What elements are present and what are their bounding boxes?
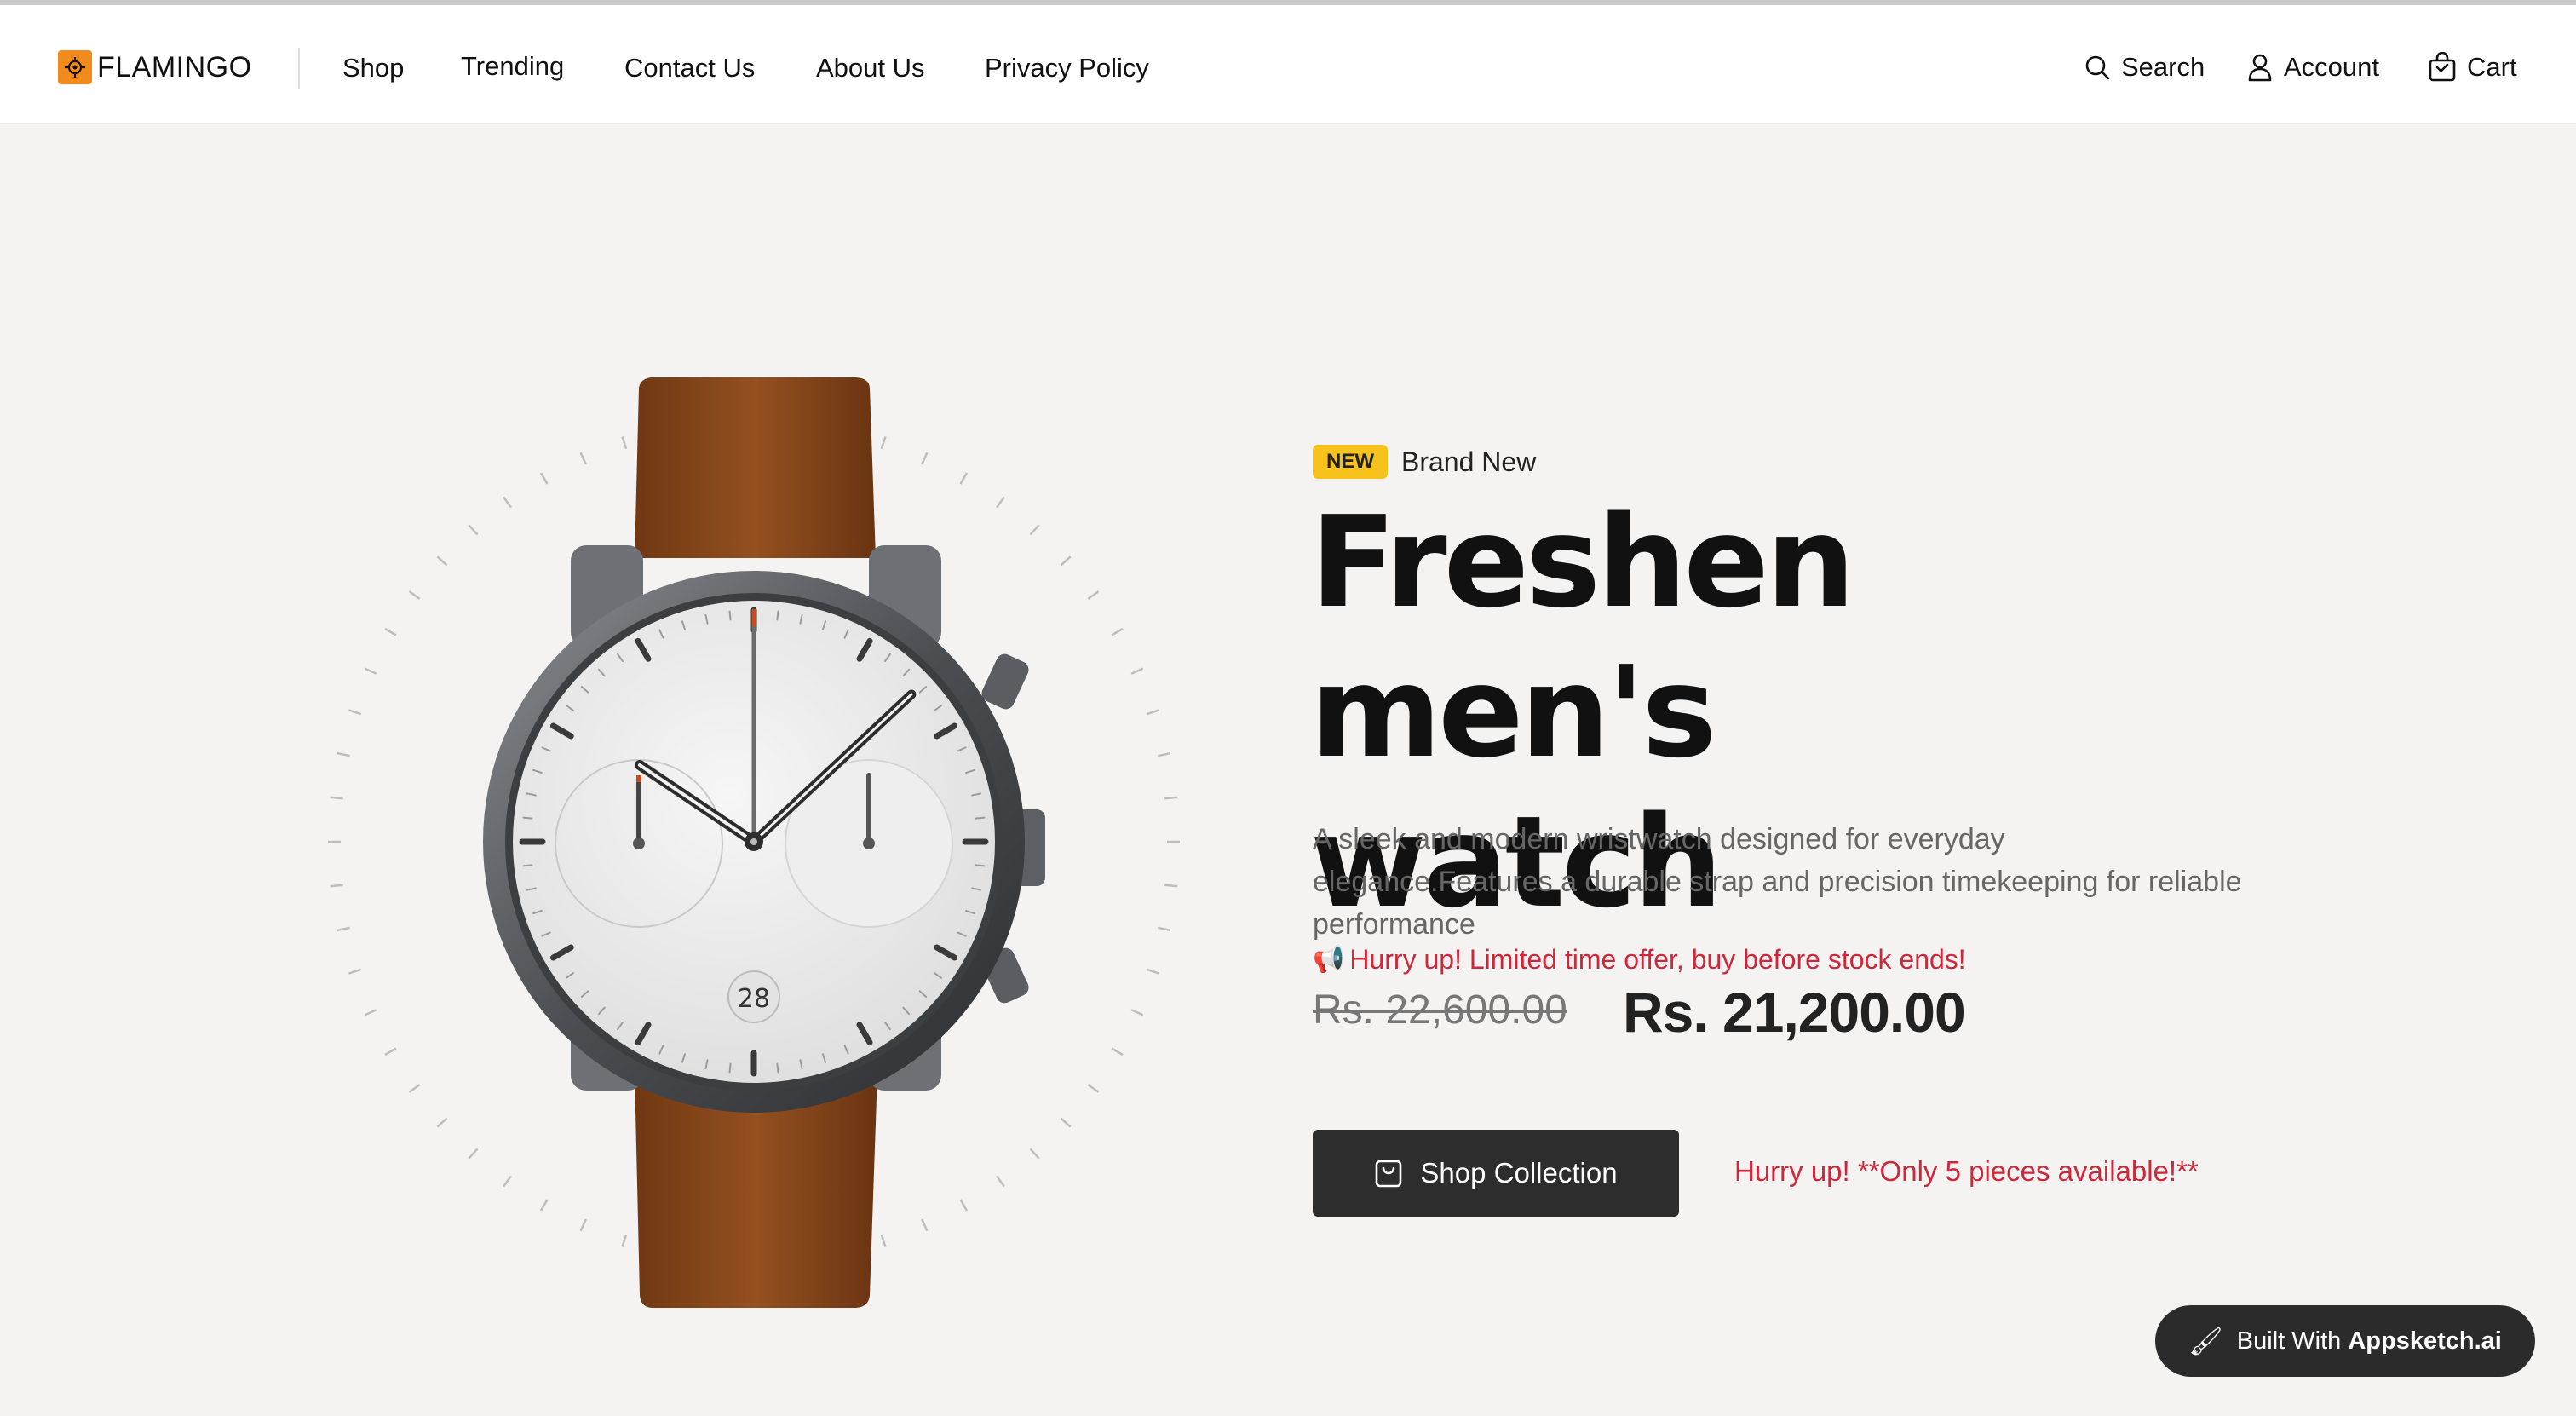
decor-tick <box>539 472 549 485</box>
decor-tick <box>621 1234 628 1247</box>
decor-tick <box>1029 524 1040 536</box>
product-title-line-1: Freshen men's <box>1310 489 1855 786</box>
shop-collection-button[interactable]: Shop Collection <box>1313 1130 1679 1217</box>
limited-offer-text: Hurry up! Limited time offer, buy before… <box>1349 944 1966 975</box>
decor-tick <box>921 1218 929 1232</box>
new-badge: NEW <box>1313 445 1388 479</box>
brand-name: FLAMINGO <box>97 50 252 83</box>
decor-tick <box>364 667 377 675</box>
decor-tick <box>880 1234 887 1247</box>
user-icon <box>2248 54 2272 82</box>
shop-collection-label: Shop Collection <box>1420 1157 1618 1189</box>
decor-tick <box>503 496 512 509</box>
minute-marker <box>728 1062 732 1074</box>
decor-tick <box>364 1009 377 1016</box>
watch-strap-top <box>635 377 876 558</box>
decor-tick <box>1111 627 1124 636</box>
header-divider <box>298 48 300 89</box>
search-icon <box>2085 55 2110 80</box>
decor-tick <box>1164 884 1178 888</box>
cart-label: Cart <box>2467 52 2517 82</box>
badge-caption: Brand New <box>1401 446 1537 477</box>
nav-link-shop[interactable]: Shop <box>342 49 404 87</box>
decor-tick <box>579 1218 587 1232</box>
paintbrush-icon: 🖌 <box>2188 1326 2223 1356</box>
decor-tick <box>468 524 479 536</box>
decor-tick <box>621 436 628 450</box>
decor-tick <box>996 1175 1005 1188</box>
decor-tick <box>348 709 362 716</box>
decor-tick <box>1029 1148 1040 1160</box>
minute-marker <box>522 816 533 820</box>
decor-tick <box>330 796 343 800</box>
account-button[interactable]: Account <box>2246 48 2379 87</box>
decor-tick <box>959 472 969 485</box>
decor-tick <box>436 1117 448 1128</box>
decor-tick <box>1146 709 1159 716</box>
product-description: A sleek and modern wristwatch designed f… <box>1313 823 2242 941</box>
decor-tick <box>348 968 362 975</box>
badge-row: NEW Brand New <box>1313 441 1536 482</box>
watch-date-window: 28 <box>738 984 770 1014</box>
decor-tick <box>539 1199 549 1212</box>
original-price: Rs. 22,600.00 <box>1313 987 1567 1033</box>
built-with-appsketch-badge[interactable]: 🖌 Built With Appsketch.ai <box>2155 1305 2535 1377</box>
decor-tick <box>384 1047 397 1056</box>
site-header: FLAMINGO Shop Trending Contact Us About … <box>0 5 2576 124</box>
decor-tick <box>468 1148 479 1160</box>
decor-tick <box>921 452 929 465</box>
decor-tick <box>1164 796 1178 800</box>
search-label: Search <box>2121 52 2205 82</box>
decor-tick <box>880 436 887 450</box>
decor-tick <box>1060 1117 1072 1128</box>
decor-tick <box>408 590 421 600</box>
stock-availability-notice: Hurry up! **Only 5 pieces available!** <box>1734 1155 2199 1187</box>
megaphone-icon: 📢 <box>1313 946 1345 974</box>
decor-tick <box>1130 667 1144 675</box>
nav-link-about-us[interactable]: About Us <box>816 49 925 87</box>
shopping-bag-icon <box>1376 1160 1402 1188</box>
minute-marker <box>975 816 986 820</box>
sale-price: Rs. 21,200.00 <box>1623 981 1966 1044</box>
minute-marker <box>975 864 986 867</box>
cart-button[interactable]: Cart <box>2428 48 2517 87</box>
decor-tick <box>1146 968 1159 975</box>
decor-tick <box>579 452 587 465</box>
decor-tick <box>959 1199 969 1212</box>
nav-link-privacy-policy[interactable]: Privacy Policy <box>985 49 1149 87</box>
search-button[interactable]: Search <box>2084 48 2205 87</box>
decor-tick <box>1111 1047 1124 1056</box>
decor-tick <box>1158 751 1171 757</box>
limited-offer-notice: 📢 Hurry up! Limited time offer, buy befo… <box>1313 944 1966 976</box>
decor-tick <box>1060 555 1072 567</box>
shopping-bag-icon <box>2429 52 2456 82</box>
nav-link-contact-us[interactable]: Contact Us <box>624 49 755 87</box>
decor-tick <box>408 1084 421 1093</box>
decor-tick <box>336 926 350 932</box>
appsketch-brand: Appsketch.ai <box>2348 1327 2502 1355</box>
account-label: Account <box>2284 52 2380 82</box>
decor-tick <box>1158 926 1171 932</box>
nav-link-trending[interactable]: Trending <box>461 48 564 85</box>
decor-tick <box>336 751 350 757</box>
decor-tick <box>996 496 1005 509</box>
decor-tick <box>1130 1009 1144 1016</box>
decor-tick <box>330 884 343 888</box>
minute-marker <box>728 610 732 621</box>
decor-tick <box>503 1175 512 1188</box>
watch-product-image: 28 <box>328 377 1180 1308</box>
decor-tick <box>384 627 397 636</box>
brand-logo[interactable]: FLAMINGO <box>58 48 252 87</box>
minute-marker <box>776 1062 779 1074</box>
decor-tick <box>436 555 448 567</box>
minute-marker <box>776 610 779 621</box>
decor-tick <box>1087 1084 1100 1093</box>
flamingo-logo-icon <box>58 50 92 84</box>
appsketch-prefix: Built With <box>2236 1327 2349 1355</box>
decor-tick <box>1087 590 1100 600</box>
minute-marker <box>522 864 533 867</box>
